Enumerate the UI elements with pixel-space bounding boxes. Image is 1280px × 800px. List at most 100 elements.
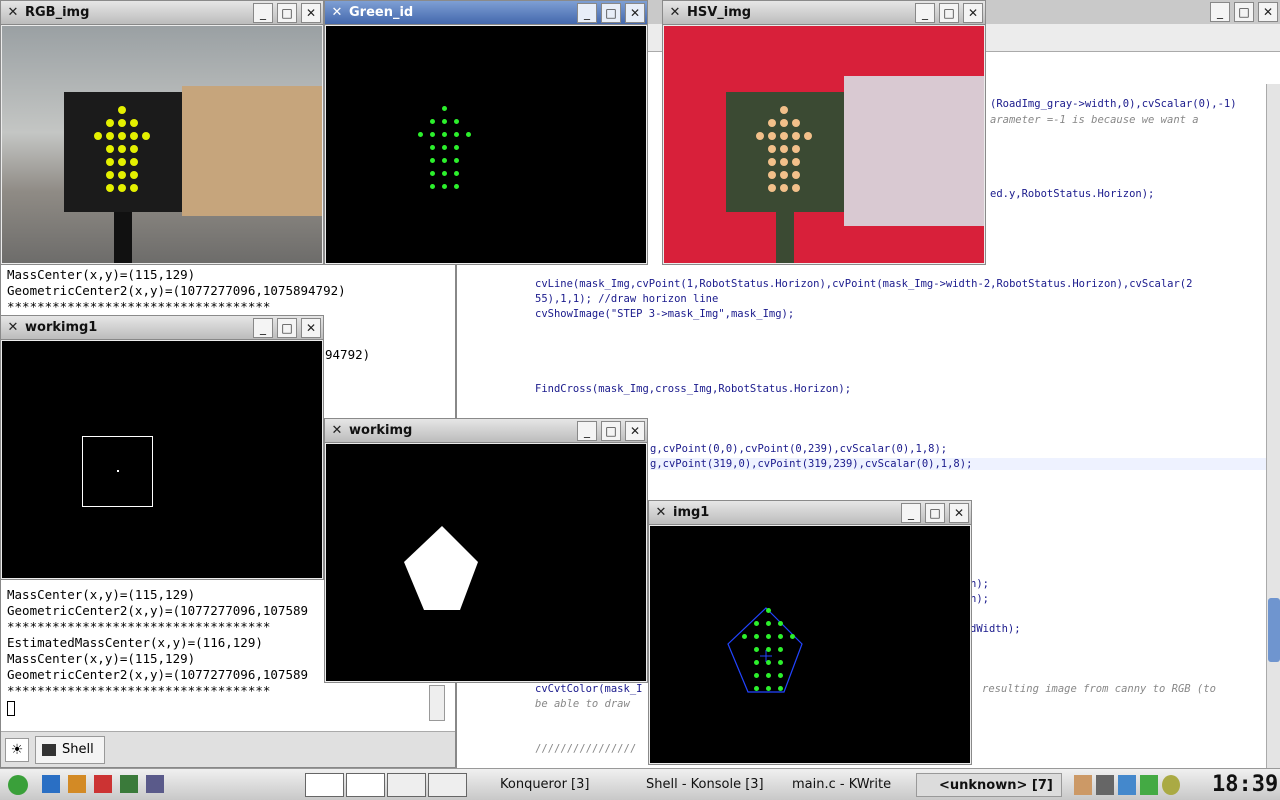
- arrow-dot: [118, 184, 126, 192]
- arrow-lights: [82, 106, 162, 206]
- arrow-dot: [792, 119, 800, 127]
- titlebar[interactable]: ✕ workimg _ □ ✕: [325, 419, 647, 443]
- konsole-scrollbar[interactable]: [429, 685, 445, 721]
- quicklaunch-icon[interactable]: [94, 775, 112, 793]
- window-workimg1[interactable]: ✕ workimg1 _ □ ✕: [0, 315, 324, 580]
- window-menu-icon[interactable]: ✕: [329, 5, 345, 21]
- arrow-dot: [441, 171, 447, 176]
- window-rgb-img[interactable]: ✕ RGB_img _ □ ✕: [0, 0, 324, 265]
- close-button[interactable]: ✕: [625, 421, 645, 441]
- desktop-2[interactable]: [346, 773, 385, 797]
- titlebar[interactable]: ✕ RGB_img _ □ ✕: [1, 1, 323, 25]
- window-img1[interactable]: ✕ img1 _ □ ✕: [648, 500, 972, 765]
- minimize-button[interactable]: _: [1210, 2, 1230, 22]
- kwrite-scrollbar[interactable]: [1266, 84, 1280, 768]
- arrow-dot: [106, 158, 114, 166]
- maximize-button[interactable]: □: [601, 3, 621, 23]
- network-icon[interactable]: [1140, 775, 1158, 795]
- kde-menu-icon[interactable]: [8, 775, 28, 795]
- minimize-button[interactable]: _: [577, 421, 597, 441]
- window-menu-icon[interactable]: ✕: [5, 320, 21, 336]
- window-menu-icon[interactable]: ✕: [5, 5, 21, 21]
- maximize-button[interactable]: □: [601, 421, 621, 441]
- arrow-dot: [792, 171, 800, 179]
- arrow-dot: [453, 119, 459, 124]
- task-label: <unknown> [7]: [939, 778, 1053, 793]
- window-title: workimg1: [25, 320, 98, 335]
- arrow-dot: [429, 132, 435, 137]
- quicklaunch-icon[interactable]: [120, 775, 138, 793]
- img1-arrow: [728, 608, 808, 708]
- maximize-button[interactable]: □: [1234, 2, 1254, 22]
- arrow-dot: [765, 673, 771, 678]
- tab-shell[interactable]: Shell: [35, 736, 105, 764]
- arrow-dot: [106, 145, 114, 153]
- window-menu-icon[interactable]: ✕: [667, 5, 683, 21]
- arrow-dot: [429, 145, 435, 150]
- window-workimg[interactable]: ✕ workimg _ □ ✕: [324, 418, 648, 683]
- window-hsv-img[interactable]: ✕ HSV_img _ □ ✕: [662, 0, 986, 265]
- arrow-dot: [118, 158, 126, 166]
- desktop-3[interactable]: [387, 773, 426, 797]
- minimize-button[interactable]: _: [915, 3, 935, 23]
- arrow-dot: [441, 145, 447, 150]
- window-menu-icon[interactable]: ✕: [329, 423, 345, 439]
- close-button[interactable]: ✕: [949, 503, 969, 523]
- close-button[interactable]: ✕: [301, 3, 321, 23]
- close-button[interactable]: ✕: [301, 318, 321, 338]
- titlebar[interactable]: ✕ img1 _ □ ✕: [649, 501, 971, 525]
- tray-icons[interactable]: [1074, 775, 1194, 795]
- arrow-dot: [453, 184, 459, 189]
- task-konqueror[interactable]: Konqueror [3]: [478, 773, 620, 797]
- arrow-dot: [441, 184, 447, 189]
- desktop-4[interactable]: [428, 773, 467, 797]
- clock[interactable]: 18:39: [1212, 771, 1278, 799]
- tray-icon[interactable]: [1096, 775, 1114, 795]
- window-menu-icon[interactable]: ✕: [653, 505, 669, 521]
- quicklaunch-icon[interactable]: [68, 775, 86, 793]
- tray-icon[interactable]: [1162, 775, 1180, 795]
- minimize-button[interactable]: _: [253, 318, 273, 338]
- green-id-image: [326, 26, 646, 263]
- task-konsole[interactable]: Shell - Konsole [3]: [624, 773, 766, 797]
- console-line: MassCenter(x,y)=(115,129): [7, 267, 196, 282]
- desktop-1[interactable]: [305, 773, 344, 797]
- new-session-icon[interactable]: ☀: [5, 738, 29, 762]
- close-button[interactable]: ✕: [625, 3, 645, 23]
- task-kwrite[interactable]: main.c - KWrite: [770, 773, 912, 797]
- close-button[interactable]: ✕: [1258, 2, 1278, 22]
- window-title: Green_id: [349, 5, 414, 20]
- arrow-dot: [130, 145, 138, 153]
- arrow-dot: [130, 171, 138, 179]
- scrollbar-thumb[interactable]: [1268, 598, 1280, 662]
- console-line: EstimatedMassCenter(x,y)=(116,129): [7, 635, 263, 650]
- code-line: dWidth);: [970, 623, 1021, 635]
- volume-icon[interactable]: [1118, 775, 1136, 795]
- tray-icon[interactable]: [1074, 775, 1092, 795]
- window-green-id[interactable]: ✕ Green_id _ □ ✕: [324, 0, 648, 265]
- quicklaunch-icon[interactable]: [146, 775, 164, 793]
- maximize-button[interactable]: □: [925, 503, 945, 523]
- arrow-dot: [94, 132, 102, 140]
- maximize-button[interactable]: □: [277, 3, 297, 23]
- titlebar[interactable]: ✕ workimg1 _ □ ✕: [1, 316, 323, 340]
- maximize-button[interactable]: □: [939, 3, 959, 23]
- console-line: GeometricCenter2(x,y)=(1077277096,107589: [7, 667, 309, 682]
- workimg-image: [326, 444, 646, 681]
- minimize-button[interactable]: _: [577, 3, 597, 23]
- titlebar[interactable]: ✕ Green_id _ □ ✕: [325, 1, 647, 25]
- minimize-button[interactable]: _: [901, 503, 921, 523]
- task-label: Shell - Konsole [3]: [646, 777, 764, 792]
- titlebar[interactable]: ✕ HSV_img _ □ ✕: [663, 1, 985, 25]
- arrow-dot: [753, 647, 759, 652]
- pager[interactable]: [305, 773, 467, 797]
- window-background[interactable]: _ □ ✕: [986, 0, 1280, 26]
- task-unknown[interactable]: <unknown> [7]: [916, 773, 1062, 797]
- minimize-button[interactable]: _: [253, 3, 273, 23]
- task-label: main.c - KWrite: [792, 777, 892, 792]
- arrow-dot: [429, 119, 435, 124]
- arrow-dot: [465, 132, 471, 137]
- close-button[interactable]: ✕: [963, 3, 983, 23]
- maximize-button[interactable]: □: [277, 318, 297, 338]
- quicklaunch-icon[interactable]: [42, 775, 60, 793]
